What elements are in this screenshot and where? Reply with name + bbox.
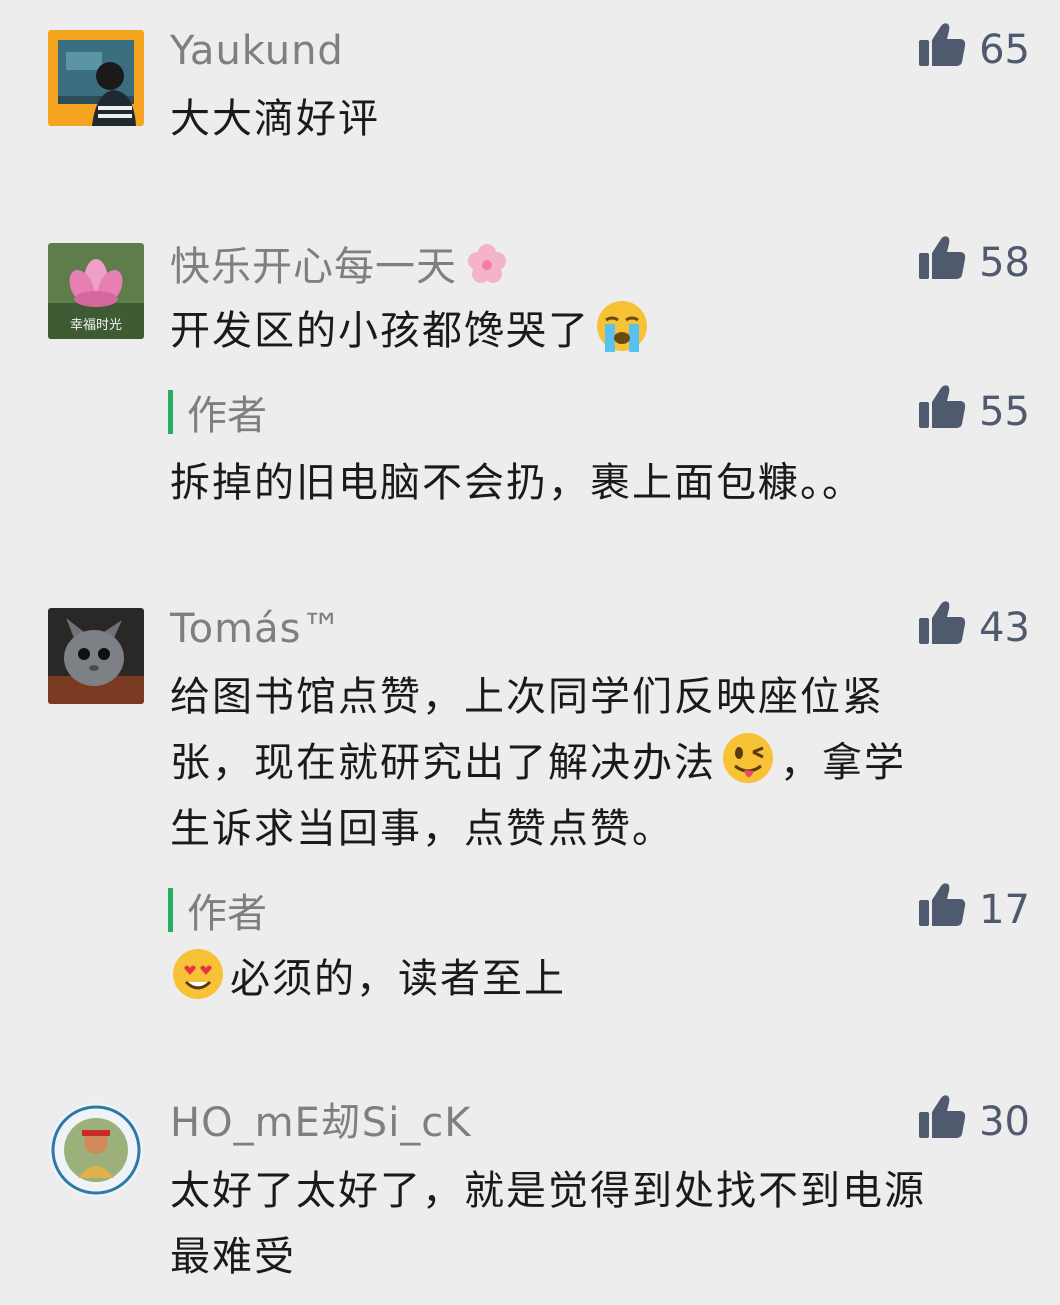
avatar[interactable]: [48, 30, 144, 126]
reply-indicator-bar: [168, 390, 173, 434]
commenter-name[interactable]: Yaukund: [170, 26, 344, 76]
comment-text: 给图书馆点赞，上次同学们反映座位紧 张，现在就研究出了解决办法 ，拿学 生诉求当回…: [170, 664, 1020, 862]
reply-indicator-bar: [168, 888, 173, 932]
author-reply-label: 作者: [168, 886, 267, 937]
like-button[interactable]: 43: [917, 600, 1030, 656]
reply-text-content: 必须的，读者至上: [230, 956, 566, 1002]
comment-text: 大大滴好评: [170, 96, 380, 142]
author-reply-label: 作者: [168, 388, 267, 439]
comment-text: 开发区的小孩都馋哭了: [170, 298, 1020, 364]
thumbs-up-icon: [917, 233, 979, 293]
comment-line-part: ，拿学: [780, 740, 906, 786]
like-count: 55: [979, 389, 1030, 435]
like-count: 30: [979, 1099, 1030, 1145]
like-button[interactable]: 58: [917, 235, 1030, 291]
comment-line: 给图书馆点赞，上次同学们反映座位紧: [170, 674, 884, 720]
avatar[interactable]: [48, 1102, 144, 1198]
crying-face-emoji: [594, 298, 650, 354]
name-text: 快乐开心每一天: [170, 244, 457, 290]
comment-line: 生诉求当回事，点赞点赞。: [170, 806, 674, 852]
like-count: 17: [979, 887, 1030, 933]
comment-line: 最难受: [170, 1234, 296, 1280]
like-button[interactable]: 30: [917, 1094, 1030, 1150]
comment-line: 张，现在就研究出了解决办法 ，拿学: [170, 730, 1020, 796]
svg-text:幸福时光: 幸福时光: [70, 318, 122, 333]
like-button[interactable]: 55: [917, 384, 1030, 440]
commenter-name[interactable]: HO_mE刼Si_cK: [170, 1098, 472, 1148]
thumbs-up-icon: [917, 598, 979, 658]
commenter-name[interactable]: 快乐开心每一天: [170, 240, 511, 292]
like-count: 65: [979, 27, 1030, 73]
like-button[interactable]: 65: [917, 22, 1030, 78]
reply-text: 拆掉的旧电脑不会扔，裹上面包糠。。: [170, 460, 864, 506]
avatar[interactable]: 幸福时光: [48, 243, 144, 339]
cherry-blossom-icon: [463, 240, 511, 288]
commenter-name[interactable]: Tomás™: [170, 604, 342, 654]
comment-line: 太好了太好了，就是觉得到处找不到电源: [170, 1168, 926, 1214]
like-button[interactable]: 17: [917, 882, 1030, 938]
reply-author: 作者: [187, 891, 267, 937]
comment-text-content: 开发区的小孩都馋哭了: [170, 308, 590, 354]
like-count: 43: [979, 605, 1030, 651]
comment-text: 太好了太好了，就是觉得到处找不到电源 最难受: [170, 1158, 1020, 1290]
heart-eyes-emoji: [170, 946, 226, 1002]
reply-text: 必须的，读者至上: [170, 946, 1020, 1012]
thumbs-up-icon: [917, 20, 979, 80]
comment-line-part: 张，现在就研究出了解决办法: [170, 740, 716, 786]
thumbs-up-icon: [917, 1092, 979, 1152]
winking-tongue-emoji: [720, 730, 776, 786]
thumbs-up-icon: [917, 880, 979, 940]
like-count: 58: [979, 240, 1030, 286]
reply-author: 作者: [187, 393, 267, 439]
thumbs-up-icon: [917, 382, 979, 442]
avatar[interactable]: [48, 608, 144, 704]
